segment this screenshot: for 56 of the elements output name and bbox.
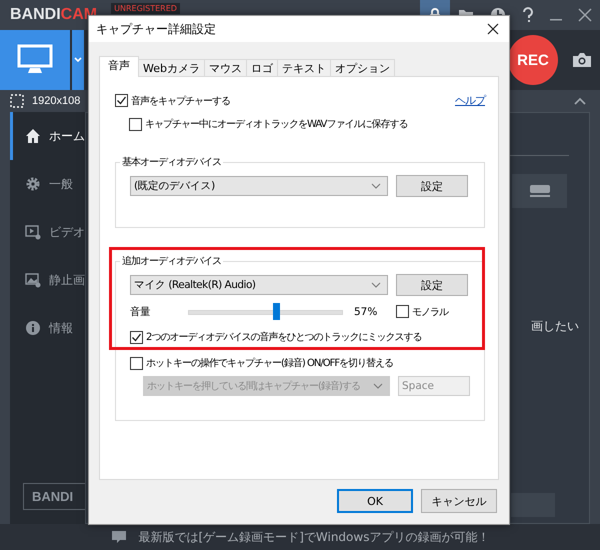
checkbox[interactable]	[396, 305, 409, 318]
checkbox-label: モノラル	[412, 306, 448, 318]
check-icon	[116, 95, 127, 106]
sidebar-item[interactable]: 一般	[10, 160, 85, 208]
checkbox-label: キャプチャー中にオーディオトラックをWAVファイルに保存する	[145, 118, 408, 131]
chat-icon	[110, 530, 127, 544]
ok-button[interactable]: OK	[337, 489, 413, 513]
resolution-label: 1920x108	[32, 95, 80, 107]
checkbox[interactable]	[115, 94, 128, 107]
hdmi-tile[interactable]	[512, 174, 567, 208]
info-icon	[25, 320, 41, 336]
chevron-icon	[373, 383, 383, 389]
settings-icon	[25, 176, 41, 192]
volume-reading: 57%	[354, 306, 378, 318]
slider-thumb[interactable]	[273, 303, 280, 320]
screen-mode-button[interactable]	[0, 30, 70, 90]
sidebar-item[interactable]: 情報	[10, 304, 85, 352]
home-icon	[25, 128, 41, 144]
hdmi-icon	[528, 184, 552, 198]
volume-slider[interactable]	[188, 303, 343, 320]
notice-text: 最新版では[ゲーム録画モード]でWindowsアプリの録画が可能！	[138, 528, 490, 546]
content-text: 画したい	[531, 318, 579, 335]
video-icon	[25, 224, 41, 240]
checkbox-label: 2つのオーディオデバイスの音声をひとつのトラックにミックスする	[146, 330, 422, 344]
tab[interactable]: オプション	[330, 59, 395, 77]
close-icon[interactable]	[487, 23, 499, 35]
sidebar-item[interactable]: ビデオ	[10, 208, 85, 256]
settings-button[interactable]: 設定	[396, 175, 468, 197]
selection-icon	[10, 94, 24, 108]
checkbox-label: 音声をキャプチャーする	[131, 94, 230, 108]
checkbox-label: ホットキーの操作でキャプチャー(録音) ON/OFFを切り替える	[146, 356, 394, 370]
collapse-icon[interactable]	[574, 97, 586, 105]
sidebar-item[interactable]: 静止画	[10, 256, 85, 304]
group-title: 追加オーディオデバイス	[121, 254, 222, 268]
camera-icon	[572, 52, 592, 68]
group-title: 基本オーディオデバイス	[121, 156, 222, 169]
chevron-icon	[371, 183, 381, 189]
image-icon	[25, 272, 41, 288]
device-dropdown[interactable]: (既定のデバイス)	[130, 176, 388, 196]
chevron-icon	[371, 282, 381, 288]
help-link[interactable]: ヘルプ	[455, 93, 485, 108]
cancel-button[interactable]: キャンセル	[421, 489, 497, 513]
tab[interactable]: 音声	[99, 56, 139, 77]
device-dropdown[interactable]: マイク (Realtek(R) Audio)	[130, 275, 388, 295]
check-icon	[131, 332, 142, 342]
dialog-title: キャプチャー詳細設定	[96, 20, 216, 38]
help-icon[interactable]	[522, 7, 534, 23]
settings-button[interactable]: 設定	[396, 274, 468, 296]
caret-icon	[74, 57, 82, 63]
volume-label: 音量	[130, 304, 151, 318]
monitor-icon	[17, 44, 53, 76]
mode-dropdown-button[interactable]	[72, 30, 84, 90]
registration-badge: UNREGISTERED	[111, 3, 180, 14]
record-button[interactable]: REC	[508, 35, 558, 85]
checkbox[interactable]	[130, 330, 143, 344]
checkbox[interactable]	[129, 118, 142, 130]
